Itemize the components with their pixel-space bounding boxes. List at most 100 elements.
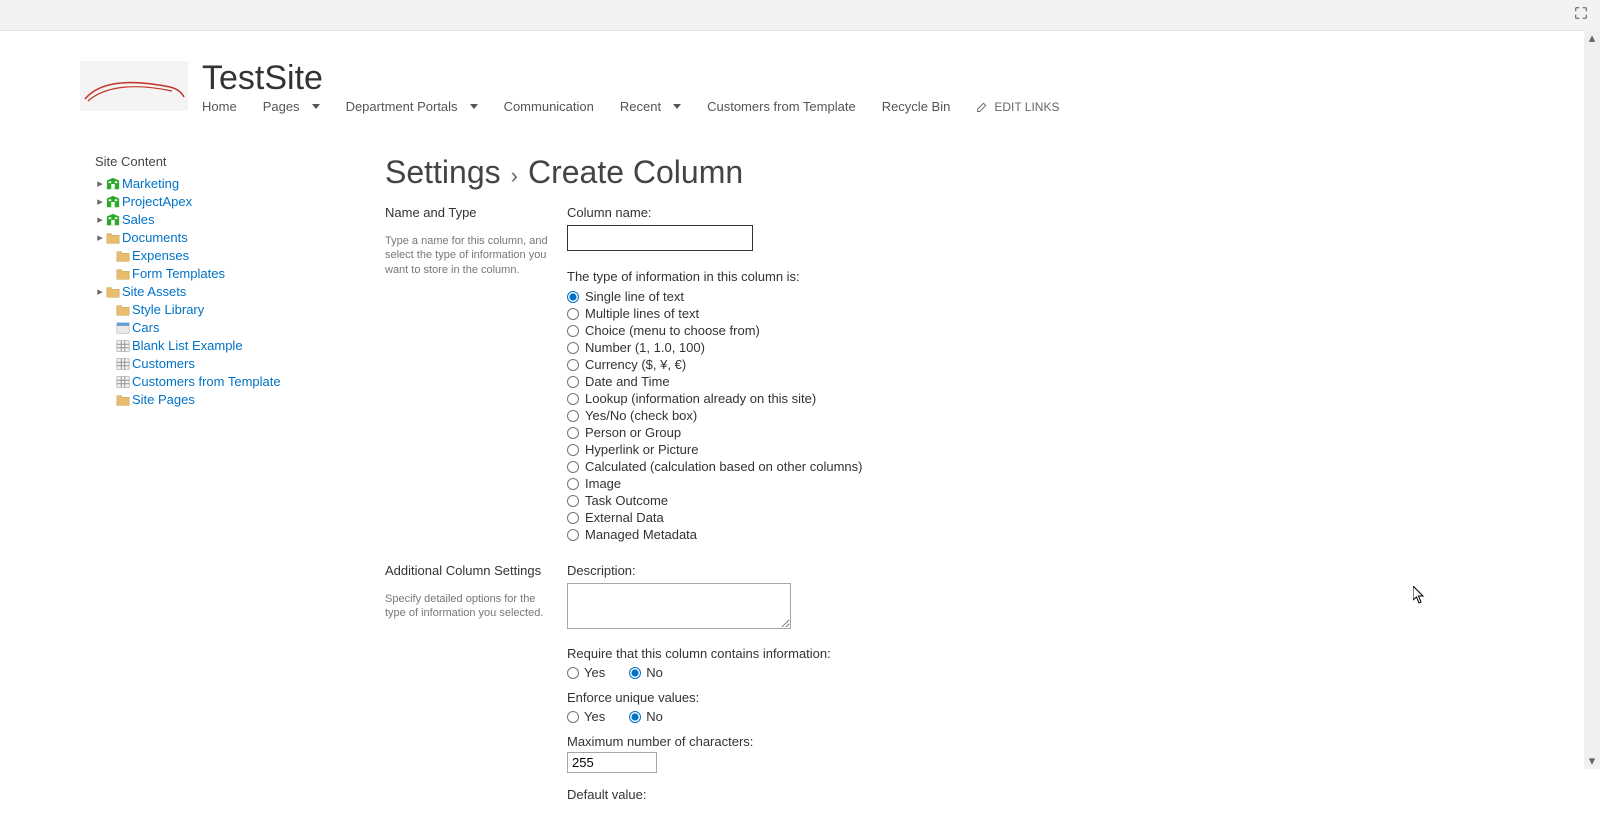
subsite-icon [106, 213, 120, 227]
sidebar-item-label[interactable]: Form Templates [132, 265, 225, 283]
sidebar-item-marketing[interactable]: ▸ Marketing [95, 175, 385, 193]
main-content: Settings › Create Column Name and Type T… [385, 154, 1600, 822]
column-type-option[interactable]: Single line of text [567, 288, 1187, 305]
sidebar-item-expenses[interactable]: Expenses [95, 247, 385, 265]
sidebar-item-style-library[interactable]: Style Library [95, 301, 385, 319]
sidebar-item-site-assets[interactable]: ▸ Site Assets [95, 283, 385, 301]
sidebar-item-label[interactable]: Marketing [122, 175, 179, 193]
column-type-option[interactable]: Task Outcome [567, 492, 1187, 509]
max-chars-input[interactable] [567, 752, 657, 773]
unique-yes[interactable]: Yes [567, 709, 605, 724]
require-label: Require that this column contains inform… [567, 646, 1187, 661]
chevron-right-icon: › [511, 163, 518, 189]
top-nav: Home Pages Department Portals Communication… [202, 99, 1059, 114]
sidebar-item-cars[interactable]: Cars [95, 319, 385, 337]
library-icon [116, 303, 130, 317]
section-help: Type a name for this column, and select … [385, 234, 557, 277]
table-icon [116, 357, 130, 371]
scroll-up-icon[interactable]: ▴ [1584, 30, 1600, 46]
column-type-option[interactable]: Calculated (calculation based on other c… [567, 458, 1187, 475]
nav-item-home[interactable]: Home [202, 99, 237, 114]
sidebar-item-label[interactable]: Sales [122, 211, 155, 229]
section-help: Specify detailed options for the type of… [385, 592, 557, 621]
column-type-option[interactable]: Hyperlink or Picture [567, 441, 1187, 458]
sidebar-item-label[interactable]: Blank List Example [132, 337, 243, 355]
expand-icon[interactable]: ▸ [95, 283, 105, 301]
scroll-down-icon[interactable]: ▾ [1584, 753, 1600, 769]
column-type-option[interactable]: Choice (menu to choose from) [567, 322, 1187, 339]
sidebar-item-label[interactable]: ProjectApex [122, 193, 192, 211]
subsite-icon [106, 177, 120, 191]
require-yes[interactable]: Yes [567, 665, 605, 680]
column-type-option[interactable]: Date and Time [567, 373, 1187, 390]
site-header: TestSite Home Pages Department Portals Comm… [0, 61, 1600, 124]
column-type-option[interactable]: Number (1, 1.0, 100) [567, 339, 1187, 356]
default-value-label: Default value: [567, 787, 1187, 802]
sidebar-item-label[interactable]: Cars [132, 319, 159, 337]
sidebar-item-customers-from-template[interactable]: Customers from Template [95, 373, 385, 391]
column-type-option[interactable]: Person or Group [567, 424, 1187, 441]
column-type-option[interactable]: Managed Metadata [567, 526, 1187, 543]
require-no[interactable]: No [629, 665, 663, 680]
library-icon [116, 267, 130, 281]
chevron-down-icon[interactable] [470, 104, 478, 109]
expand-icon[interactable]: ▸ [95, 211, 105, 229]
column-type-option[interactable]: Currency ($, ¥, €) [567, 356, 1187, 373]
chevron-down-icon[interactable] [673, 104, 681, 109]
unique-no[interactable]: No [629, 709, 663, 724]
breadcrumb: Settings › Create Column [385, 154, 1600, 191]
column-type-option[interactable]: External Data [567, 509, 1187, 526]
section-title: Additional Column Settings [385, 563, 557, 578]
max-chars-label: Maximum number of characters: [567, 734, 1187, 749]
expand-icon[interactable]: ▸ [95, 229, 105, 247]
column-type-option[interactable]: Yes/No (check box) [567, 407, 1187, 424]
chevron-down-icon[interactable] [312, 104, 320, 109]
library-icon [106, 285, 120, 299]
column-name-input[interactable] [567, 225, 753, 251]
left-nav: Site Content ▸ Marketing ▸ ProjectApex ▸ Sale… [95, 154, 385, 822]
sidebar-item-sales[interactable]: ▸ Sales [95, 211, 385, 229]
sidebar-item-label[interactable]: Site Assets [122, 283, 186, 301]
ribbon-bar [0, 0, 1600, 31]
site-logo[interactable] [80, 61, 188, 111]
left-nav-heading: Site Content [95, 154, 385, 169]
nav-item-department-portals[interactable]: Department Portals [346, 99, 478, 114]
sidebar-item-form-templates[interactable]: Form Templates [95, 265, 385, 283]
site-title[interactable]: TestSite [202, 61, 1059, 95]
sidebar-item-label[interactable]: Customers from Template [132, 373, 281, 391]
column-name-label: Column name: [567, 205, 1187, 220]
nav-item-pages[interactable]: Pages [263, 99, 320, 114]
nav-item-recycle-bin[interactable]: Recycle Bin [882, 99, 951, 114]
sidebar-item-label[interactable]: Customers [132, 355, 195, 373]
edit-links-button[interactable]: EDIT LINKS [976, 100, 1059, 114]
expand-icon[interactable]: ▸ [95, 175, 105, 193]
type-heading: The type of information in this column i… [567, 269, 1187, 284]
breadcrumb-current: Create Column [528, 154, 743, 191]
sidebar-item-label[interactable]: Documents [122, 229, 188, 247]
sidebar-item-customers[interactable]: Customers [95, 355, 385, 373]
subsite-icon [106, 195, 120, 209]
description-textarea[interactable] [567, 583, 791, 629]
sidebar-item-label[interactable]: Site Pages [132, 391, 195, 409]
unique-label: Enforce unique values: [567, 690, 1187, 705]
sidebar-item-projectapex[interactable]: ▸ ProjectApex [95, 193, 385, 211]
sidebar-item-label[interactable]: Expenses [132, 247, 189, 265]
column-type-option[interactable]: Image [567, 475, 1187, 492]
column-type-option[interactable]: Lookup (information already on this site… [567, 390, 1187, 407]
breadcrumb-root[interactable]: Settings [385, 154, 501, 191]
sidebar-item-documents[interactable]: ▸ Documents [95, 229, 385, 247]
nav-item-customers-from-template[interactable]: Customers from Template [707, 99, 856, 114]
fullscreen-icon[interactable] [1574, 6, 1588, 20]
sidebar-item-site-pages[interactable]: Site Pages [95, 391, 385, 409]
vertical-scrollbar[interactable]: ▴ ▾ [1584, 30, 1600, 769]
nav-item-communication[interactable]: Communication [504, 99, 594, 114]
require-radio-group: Yes No [567, 665, 1187, 680]
library-icon [116, 393, 130, 407]
nav-item-recent[interactable]: Recent [620, 99, 681, 114]
sidebar-item-blank-list-example[interactable]: Blank List Example [95, 337, 385, 355]
section-title: Name and Type [385, 205, 557, 220]
column-type-option[interactable]: Multiple lines of text [567, 305, 1187, 322]
list-icon [116, 321, 130, 335]
expand-icon[interactable]: ▸ [95, 193, 105, 211]
sidebar-item-label[interactable]: Style Library [132, 301, 204, 319]
